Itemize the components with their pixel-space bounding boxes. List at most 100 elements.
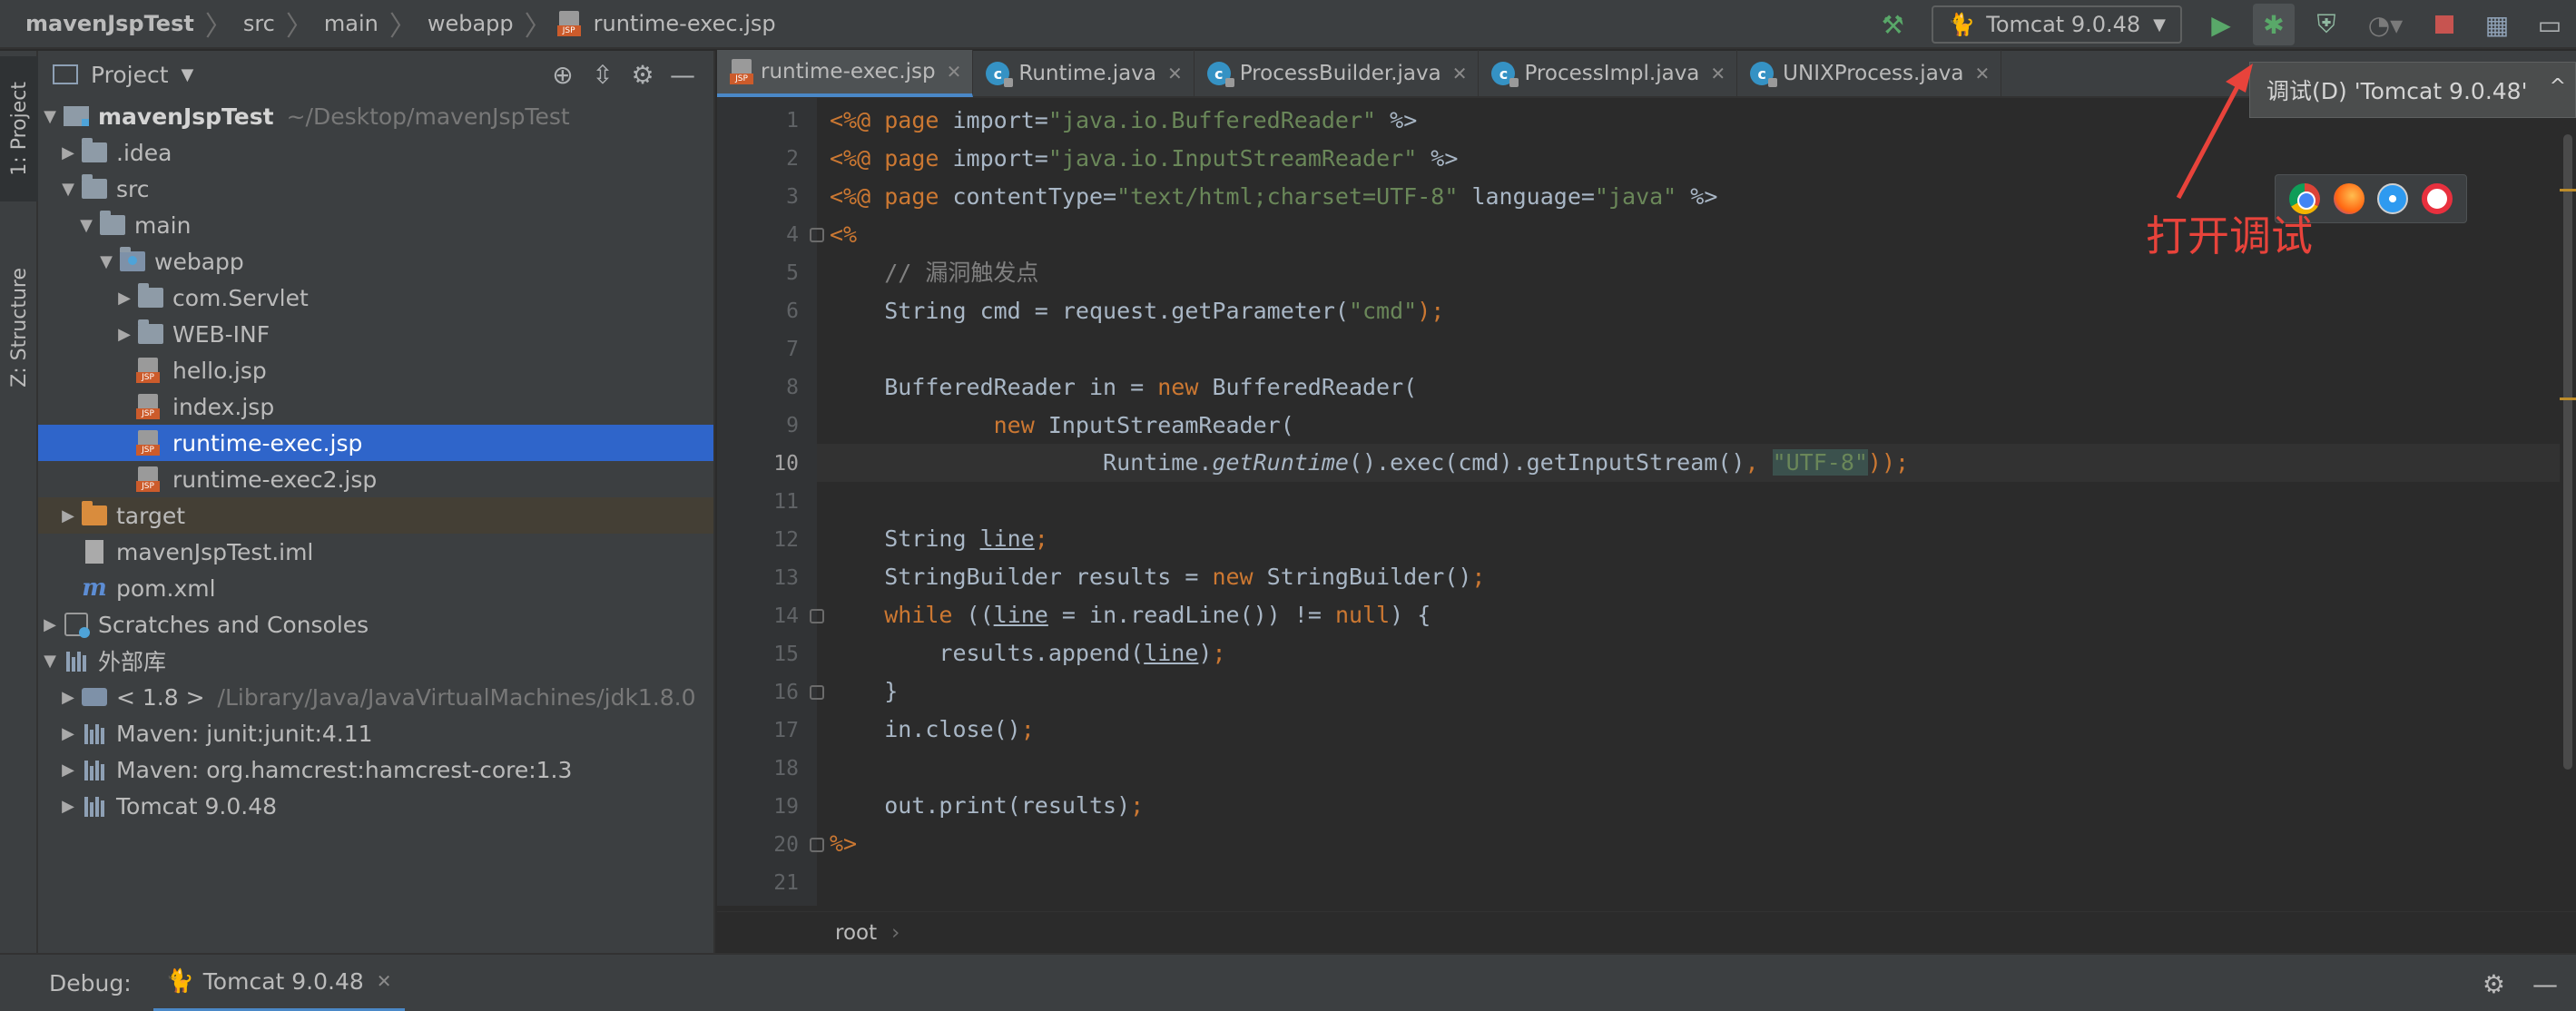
breadcrumb-webapp[interactable]: webapp bbox=[422, 0, 519, 48]
line-number[interactable]: 1 bbox=[717, 109, 799, 133]
tree-item-junit[interactable]: ▶ Maven: junit:junit:4.11 bbox=[38, 715, 713, 751]
line-number[interactable]: 2 bbox=[717, 147, 799, 171]
tree-item-index-jsp[interactable]: JSP index.jsp bbox=[38, 388, 713, 425]
tree-item-target[interactable]: ▶ target bbox=[38, 497, 713, 534]
tree-item-iml[interactable]: mavenJspTest.iml bbox=[38, 534, 713, 570]
tree-item-web-inf[interactable]: ▶ WEB-INF bbox=[38, 316, 713, 352]
tree-item-idea[interactable]: ▶ .idea bbox=[38, 134, 713, 171]
close-icon[interactable]: ✕ bbox=[1167, 63, 1183, 84]
expand-arrow-icon[interactable]: ▼ bbox=[74, 216, 98, 235]
line-number[interactable]: 9 bbox=[717, 414, 799, 437]
expand-arrow-icon[interactable]: ▼ bbox=[38, 107, 62, 126]
line-number-gutter[interactable]: 1 2 3 4 5 6 7 8 9 10 11 12 13 14 15 16 17 18 19 20 21 bbox=[717, 98, 824, 906]
safari-icon[interactable] bbox=[2377, 183, 2409, 214]
expand-arrow-icon[interactable]: ▶ bbox=[56, 724, 80, 743]
breadcrumb-main[interactable]: main bbox=[319, 0, 384, 48]
fold-marker-icon[interactable] bbox=[810, 685, 824, 700]
tree-item-webapp[interactable]: ▼ webapp bbox=[38, 243, 713, 280]
tree-item-external-libraries[interactable]: ▼ 外部库 bbox=[38, 643, 713, 679]
fold-marker-icon[interactable] bbox=[810, 609, 824, 623]
line-number[interactable]: 5 bbox=[717, 261, 799, 285]
tree-item-src[interactable]: ▼ src bbox=[38, 171, 713, 207]
locate-target-icon[interactable]: ⊕ bbox=[543, 60, 583, 90]
line-number[interactable]: 16 bbox=[717, 681, 799, 704]
expand-arrow-icon[interactable]: ▼ bbox=[56, 180, 80, 199]
coverage-shield-icon[interactable]: ⛨ bbox=[2306, 4, 2347, 45]
line-number[interactable]: 10 bbox=[717, 452, 799, 476]
chevron-down-icon[interactable]: ▼ bbox=[182, 65, 194, 84]
expand-arrow-icon[interactable]: ▼ bbox=[94, 252, 118, 271]
line-number[interactable]: 12 bbox=[717, 528, 799, 552]
project-panel-title[interactable]: Project bbox=[91, 62, 169, 88]
debug-bug-icon[interactable]: ✱ bbox=[2253, 4, 2295, 45]
line-number[interactable]: 18 bbox=[717, 757, 799, 780]
line-number[interactable]: 13 bbox=[717, 566, 799, 590]
expand-arrow-icon[interactable]: ▶ bbox=[56, 761, 80, 780]
minimize-icon[interactable]: — bbox=[2532, 969, 2558, 999]
line-number[interactable]: 7 bbox=[717, 338, 799, 361]
profile-icon[interactable]: ◔▾ bbox=[2358, 4, 2413, 45]
line-number[interactable]: 15 bbox=[717, 643, 799, 666]
scroll-thumb[interactable] bbox=[2563, 134, 2572, 770]
close-icon[interactable]: ✕ bbox=[947, 61, 962, 83]
opera-icon[interactable] bbox=[2421, 183, 2453, 214]
warning-marker[interactable] bbox=[2560, 398, 2576, 400]
expand-arrow-icon[interactable]: ▶ bbox=[56, 143, 80, 162]
fold-marker-icon[interactable] bbox=[810, 228, 824, 242]
firefox-icon[interactable] bbox=[2333, 183, 2365, 214]
gear-icon[interactable]: ⚙ bbox=[2483, 969, 2505, 999]
project-tool-tab[interactable]: 1: Project bbox=[0, 56, 38, 201]
tree-item-hamcrest[interactable]: ▶ Maven: org.hamcrest:hamcrest-core:1.3 bbox=[38, 751, 713, 788]
expand-arrow-icon[interactable]: ▶ bbox=[113, 325, 136, 344]
line-number[interactable]: 6 bbox=[717, 299, 799, 323]
tree-item-com-servlet[interactable]: ▶ com.Servlet bbox=[38, 280, 713, 316]
line-number[interactable]: 4 bbox=[717, 223, 799, 247]
expand-arrow-icon[interactable]: ▶ bbox=[56, 797, 80, 816]
breadcrumb-src[interactable]: src bbox=[238, 0, 280, 48]
breadcrumb-file[interactable]: JSP runtime-exec.jsp bbox=[556, 0, 782, 48]
run-configuration-dropdown[interactable]: 🐈 Tomcat 9.0.48 ▼ bbox=[1932, 5, 2182, 44]
tree-item-runtime-exec-jsp[interactable]: JSP runtime-exec.jsp bbox=[38, 425, 713, 461]
tab-runtime-exec-jsp[interactable]: JSP runtime-exec.jsp ✕ bbox=[717, 50, 974, 97]
tree-item-runtime-exec2-jsp[interactable]: JSP runtime-exec2.jsp bbox=[38, 461, 713, 497]
tree-item-jdk[interactable]: ▶ < 1.8 > /Library/Java/JavaVirtualMachi… bbox=[38, 679, 713, 715]
tab-processbuilder-java[interactable]: c ProcessBuilder.java ✕ bbox=[1195, 50, 1480, 97]
line-number[interactable]: 8 bbox=[717, 376, 799, 399]
tree-item-project-root[interactable]: ▼ mavenJspTest ~/Desktop/mavenJspTest bbox=[38, 98, 713, 134]
warning-marker[interactable] bbox=[2560, 189, 2576, 191]
line-number[interactable]: 20 bbox=[717, 833, 799, 857]
debug-session-tab[interactable]: 🐈 Tomcat 9.0.48 ✕ bbox=[152, 954, 405, 1011]
tree-item-tomcat[interactable]: ▶ Tomcat 9.0.48 bbox=[38, 788, 713, 824]
line-number[interactable]: 19 bbox=[717, 795, 799, 819]
window-layout-icon[interactable]: ▭ bbox=[2529, 4, 2571, 45]
close-icon[interactable]: ✕ bbox=[1710, 63, 1726, 84]
expand-arrow-icon[interactable]: ▼ bbox=[38, 652, 62, 671]
run-icon[interactable]: ▶ bbox=[2200, 4, 2242, 45]
close-icon[interactable]: ✕ bbox=[1452, 63, 1468, 84]
minimize-icon[interactable]: — bbox=[663, 60, 703, 90]
expand-arrow-icon[interactable]: ▶ bbox=[113, 289, 136, 308]
tab-unixprocess-java[interactable]: c UNIXProcess.java ✕ bbox=[1737, 50, 2002, 97]
tree-item-main[interactable]: ▼ main bbox=[38, 207, 713, 243]
expand-arrow-icon[interactable]: ▶ bbox=[56, 506, 80, 525]
fold-marker-icon[interactable] bbox=[810, 838, 824, 852]
tab-runtime-java[interactable]: c Runtime.java ✕ bbox=[973, 50, 1195, 97]
structure-tool-tab[interactable]: Z: Structure bbox=[0, 223, 38, 432]
close-icon[interactable]: ✕ bbox=[1975, 63, 1991, 84]
tree-item-hello-jsp[interactable]: JSP hello.jsp bbox=[38, 352, 713, 388]
gear-icon[interactable]: ⚙ bbox=[623, 60, 663, 90]
expand-arrow-icon[interactable]: ▶ bbox=[56, 688, 80, 707]
build-hammer-icon[interactable]: ⚒ bbox=[1872, 4, 1913, 45]
line-number[interactable]: 3 bbox=[717, 185, 799, 209]
tree-item-pom[interactable]: m pom.xml bbox=[38, 570, 713, 606]
line-number[interactable]: 14 bbox=[717, 604, 799, 628]
line-number[interactable]: 17 bbox=[717, 719, 799, 742]
project-structure-icon[interactable]: ▦ bbox=[2476, 4, 2518, 45]
tab-processimpl-java[interactable]: c ProcessImpl.java ✕ bbox=[1479, 50, 1738, 97]
tree-item-scratches[interactable]: ▶ Scratches and Consoles bbox=[38, 606, 713, 643]
line-number[interactable]: 21 bbox=[717, 871, 799, 895]
line-number[interactable]: 11 bbox=[717, 490, 799, 514]
breadcrumb-project[interactable]: mavenJspTest bbox=[20, 0, 200, 48]
close-icon[interactable]: ✕ bbox=[377, 970, 392, 992]
editor-breadcrumb-item[interactable]: root bbox=[835, 921, 877, 945]
